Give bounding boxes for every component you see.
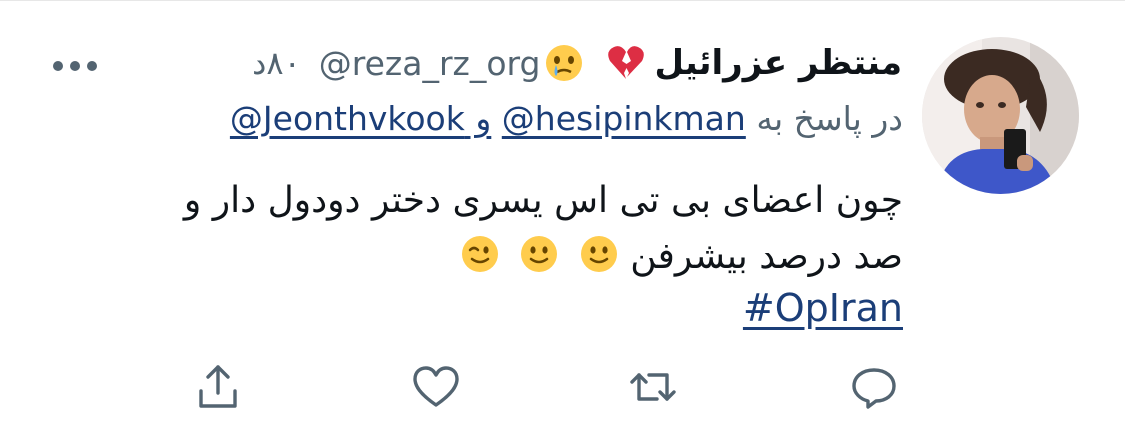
- face-holding-back-tears-emoji: [544, 43, 584, 83]
- replying-to: در پاسخ به @hesipinkman و @Jeonthvkook: [230, 99, 903, 138]
- winking-face-emoji: [460, 234, 500, 274]
- author-name[interactable]: منتظر عزرائیل: [654, 43, 902, 83]
- tweet-text-line-2: صد درصد بیشرفن: [630, 236, 903, 277]
- more-icon[interactable]: [52, 57, 98, 71]
- timestamp[interactable]: ۸۰د: [252, 44, 301, 82]
- reply-conjunction: و: [464, 99, 492, 138]
- author-handle[interactable]: @reza_rz_org: [319, 44, 541, 83]
- heart-icon[interactable]: [410, 361, 462, 413]
- reply-mention-hesipinkman[interactable]: @hesipinkman: [502, 99, 746, 138]
- retweet-icon[interactable]: [627, 361, 679, 413]
- tweet-text-line-2-wrap: صد درصد بیشرفن: [73, 229, 903, 285]
- reply-mention-jeonthvkook[interactable]: @Jeonthvkook: [230, 99, 465, 138]
- broken-heart-emoji: [606, 43, 646, 83]
- tweet-text: چون اعضای بی تی اس یسری دختر دودول دار و…: [73, 173, 903, 285]
- tweet-header: منتظر عزرائیل @reza_rz_org ۸۰د: [40, 31, 902, 95]
- tweet-text-line-1: چون اعضای بی تی اس یسری دختر دودول دار و: [183, 180, 903, 221]
- share-icon[interactable]: [192, 361, 244, 413]
- reply-icon[interactable]: [848, 361, 900, 413]
- avatar-image: [922, 37, 1079, 194]
- reply-prefix: در پاسخ به: [756, 99, 903, 138]
- hashtag-link[interactable]: #OpIran: [743, 286, 903, 330]
- avatar[interactable]: [922, 37, 1079, 194]
- slightly-smiling-face-emoji: [579, 234, 619, 274]
- slightly-smiling-face-emoji: [519, 234, 559, 274]
- tweet-card[interactable]: منتظر عزرائیل @reza_rz_org ۸۰د در پاسخ ب…: [0, 0, 1125, 440]
